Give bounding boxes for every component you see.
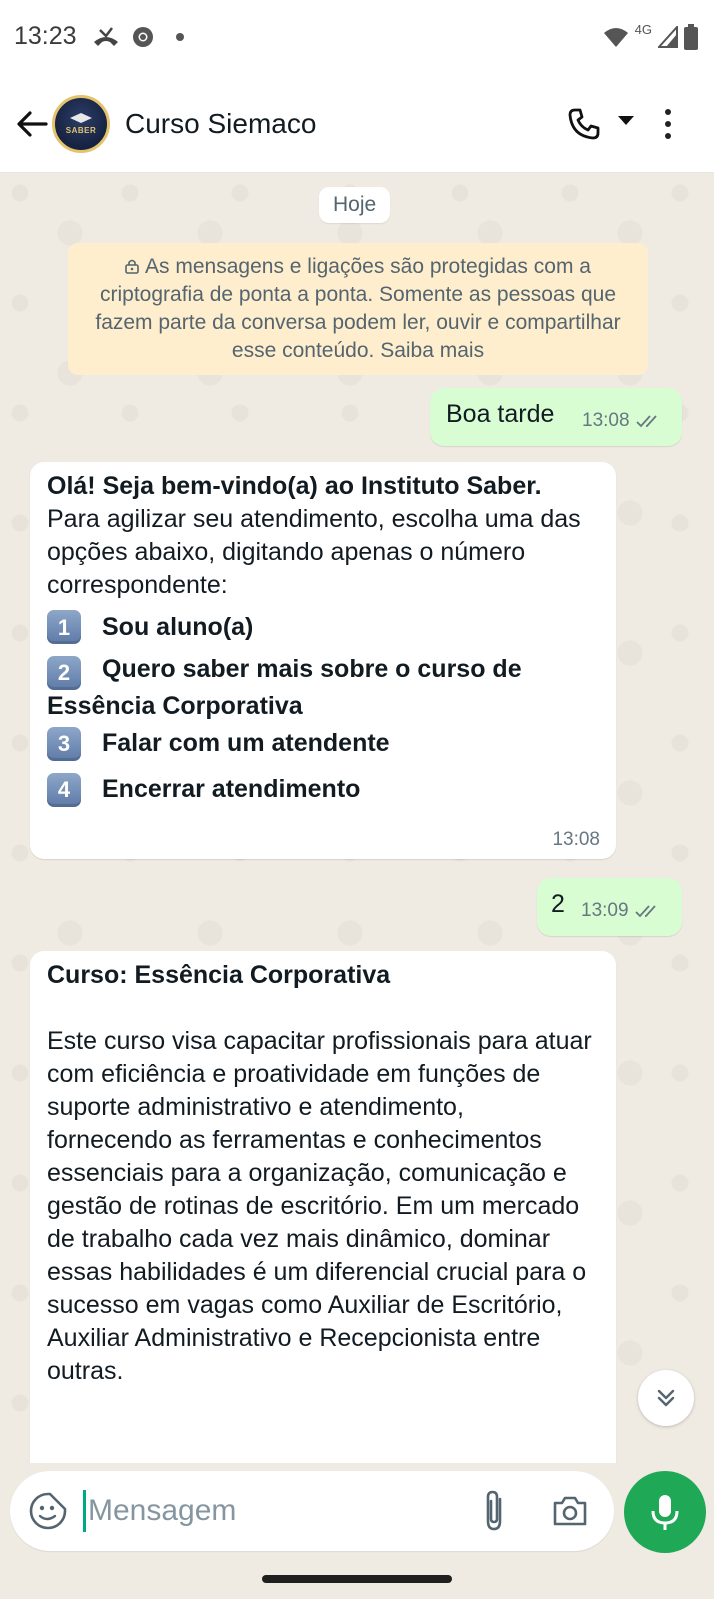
menu-option: 2 Quero saber mais sobre o curso de Essên…	[47, 653, 602, 723]
dropdown-caret-icon[interactable]	[618, 116, 634, 125]
message-outgoing[interactable]: Boa tarde 13:08	[430, 388, 682, 446]
scroll-to-bottom-button[interactable]	[638, 1370, 694, 1426]
menu-option-label: Quero saber mais sobre o curso de Essênc…	[47, 655, 522, 720]
missed-call-icon	[94, 27, 118, 46]
phone-icon[interactable]	[566, 106, 602, 142]
encryption-notice[interactable]: As mensagens e ligações são protegidas c…	[68, 243, 648, 375]
text-cursor	[83, 1490, 86, 1532]
avatar-logo-text: SABER	[65, 126, 97, 135]
message-time: 13:08	[552, 829, 600, 850]
battery-icon	[684, 24, 698, 50]
encryption-notice-text: As mensagens e ligações são protegidas c…	[95, 255, 621, 362]
date-chip: Hoje	[319, 187, 391, 223]
menu-option-label: Falar com um atendente	[102, 729, 390, 757]
notification-dot-icon	[176, 33, 184, 41]
signal-icon	[658, 26, 678, 48]
number-badge-icon: 3	[47, 726, 81, 761]
message-heading: Olá! Seja bem-vindo(a) ao Instituto Sabe…	[47, 472, 542, 500]
mic-icon	[651, 1495, 679, 1530]
message-composer: Mensagem	[0, 1463, 714, 1563]
lock-icon	[125, 259, 139, 274]
number-badge-icon: 2	[47, 655, 81, 690]
status-bar: 13:23 4G	[0, 0, 714, 78]
number-badge-icon: 1	[47, 610, 81, 644]
chat-title[interactable]: Curso Siemaco	[125, 108, 316, 140]
sticker-icon[interactable]	[28, 1491, 68, 1531]
status-time: 13:23	[14, 22, 77, 50]
message-input-container[interactable]: Mensagem	[10, 1471, 614, 1551]
message-text: 2	[551, 890, 565, 918]
chat-area[interactable]: Hoje As mensagens e ligações são protegi…	[0, 173, 714, 1463]
message-time: 13:09	[581, 900, 629, 921]
wifi-icon	[603, 28, 628, 47]
chrome-icon	[133, 27, 153, 47]
message-input[interactable]: Mensagem	[88, 1491, 236, 1531]
double-check-icon	[635, 415, 657, 428]
message-incoming[interactable]: Curso: Essência Corporativa Este curso v…	[30, 951, 616, 1463]
more-vert-icon[interactable]	[660, 106, 676, 142]
chevron-double-down-icon	[657, 1389, 675, 1407]
graduation-cap-icon	[70, 113, 92, 123]
menu-option: 1 Sou aluno(a)	[47, 610, 602, 644]
message-body: Para agilizar seu atendimento, escolha u…	[47, 505, 581, 599]
double-check-icon	[634, 905, 656, 918]
chat-header: SABER Curso Siemaco	[0, 78, 714, 173]
network-type-label: 4G	[634, 21, 652, 37]
menu-option: 4 Encerrar atendimento	[47, 772, 602, 807]
message-text: Boa tarde	[446, 400, 555, 428]
message-incoming[interactable]: Olá! Seja bem-vindo(a) ao Instituto Sabe…	[30, 462, 616, 859]
message-body: Este curso visa capacitar profissionais …	[47, 1027, 592, 1385]
message-heading: Curso: Essência Corporativa	[47, 961, 391, 989]
back-arrow-icon[interactable]	[12, 104, 52, 144]
menu-option-label: Encerrar atendimento	[102, 775, 361, 803]
home-gesture-handle[interactable]	[262, 1575, 452, 1583]
message-outgoing[interactable]: 2 13:09	[537, 878, 682, 936]
system-nav-bar	[0, 1563, 714, 1599]
camera-icon[interactable]	[550, 1491, 590, 1531]
number-badge-icon: 4	[47, 772, 81, 807]
mic-button[interactable]	[624, 1471, 706, 1553]
message-time: 13:08	[582, 410, 630, 431]
menu-option-label: Sou aluno(a)	[102, 612, 254, 641]
menu-option: 3 Falar com um atendente	[47, 726, 602, 761]
attach-icon[interactable]	[480, 1489, 510, 1533]
avatar[interactable]: SABER	[52, 95, 110, 153]
